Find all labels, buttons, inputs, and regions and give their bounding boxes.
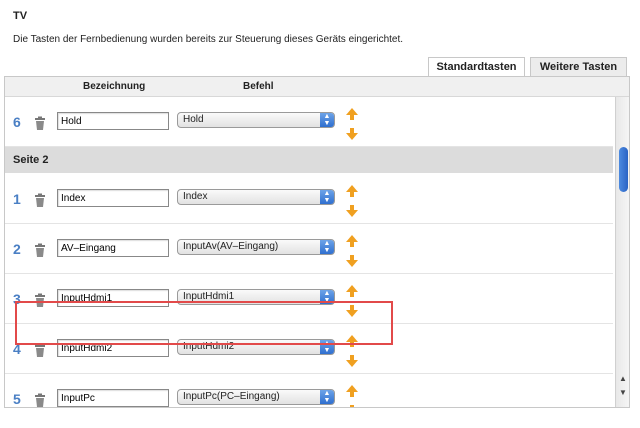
select-arrows-icon: ▲ ▼	[320, 190, 334, 204]
arrow-down-icon[interactable]	[345, 254, 359, 268]
select-arrows-icon: ▲ ▼	[320, 390, 334, 404]
column-header: Bezeichnung Befehl	[5, 77, 629, 97]
trash-icon[interactable]	[33, 343, 47, 357]
trash-icon[interactable]	[33, 193, 47, 207]
name-field[interactable]	[57, 389, 169, 407]
name-field[interactable]	[57, 239, 169, 257]
trash-icon[interactable]	[33, 243, 47, 257]
name-field[interactable]	[57, 189, 169, 207]
command-select[interactable]: InputAv(AV–Eingang) ▲ ▼	[177, 239, 335, 255]
command-select-value: InputPc(PC–Eingang)	[183, 391, 280, 402]
scroll-down-icon[interactable]: ▼	[616, 387, 629, 399]
arrow-down-icon[interactable]	[345, 204, 359, 218]
scroll-up-icon[interactable]: ▲	[616, 373, 629, 385]
arrow-up-icon[interactable]	[345, 384, 359, 398]
arrow-down-icon[interactable]	[345, 354, 359, 368]
command-select-value: Index	[183, 191, 208, 202]
buttons-panel: Bezeichnung Befehl 6 Hold▲▼ Seite 2 1 In…	[4, 76, 630, 408]
command-select-value: Hold	[183, 114, 204, 125]
device-description: Die Tasten der Fernbedienung wurden bere…	[13, 34, 404, 45]
arrow-down-icon[interactable]	[345, 127, 359, 141]
select-arrows-icon: ▲ ▼	[320, 240, 334, 254]
column-name-header: Bezeichnung	[83, 81, 146, 92]
list-item: 5 InputPc(PC–Eingang) ▲▼	[5, 374, 613, 407]
device-title: TV	[13, 10, 28, 22]
select-arrows-icon: ▲ ▼	[320, 113, 334, 127]
list-item: 6 Hold ▲▼	[5, 97, 613, 147]
command-select[interactable]: Hold ▲ ▼	[177, 112, 335, 128]
scrollbar-thumb[interactable]	[619, 147, 628, 192]
section-header: Seite 2	[5, 147, 613, 173]
button-list: 6 Hold ▲▼ Seite 2 1 Index ▲▼ 2 InputAv(AV–…	[5, 97, 613, 407]
highlight-box	[15, 301, 393, 345]
trash-icon[interactable]	[33, 116, 47, 130]
name-field[interactable]	[57, 112, 169, 130]
row-number: 1	[13, 191, 21, 207]
command-select[interactable]: InputPc(PC–Eingang) ▲ ▼	[177, 389, 335, 405]
row-number: 2	[13, 241, 21, 257]
list-item: 2 InputAv(AV–Eingang) ▲▼	[5, 224, 613, 274]
section-label: Seite 2	[13, 154, 49, 166]
vertical-scrollbar[interactable]: ▲ ▼	[615, 97, 629, 407]
arrow-down-icon[interactable]	[345, 404, 359, 407]
arrow-up-icon[interactable]	[345, 234, 359, 248]
arrow-up-icon[interactable]	[345, 107, 359, 121]
tab-weitere-tasten[interactable]: Weitere Tasten	[530, 57, 627, 76]
row-number: 5	[13, 391, 21, 407]
column-command-header: Befehl	[243, 81, 274, 92]
trash-icon[interactable]	[33, 393, 47, 407]
command-select[interactable]: Index ▲ ▼	[177, 189, 335, 205]
command-select-value: InputAv(AV–Eingang)	[183, 241, 279, 252]
row-number: 6	[13, 114, 21, 130]
tab-standardtasten[interactable]: Standardtasten	[428, 57, 525, 76]
arrow-up-icon[interactable]	[345, 184, 359, 198]
list-item: 1 Index ▲▼	[5, 174, 613, 224]
arrow-up-icon[interactable]	[345, 284, 359, 298]
